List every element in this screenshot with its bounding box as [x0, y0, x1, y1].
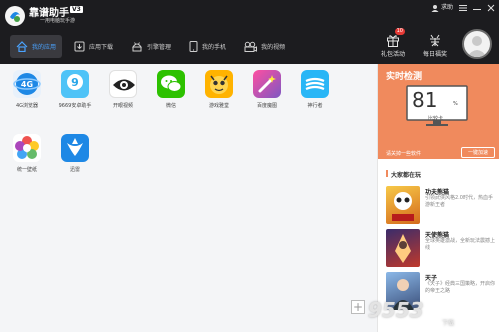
- game-item[interactable]: 天使熊猫 全球英雄激战，全新玩法震撼上线: [386, 229, 496, 271]
- svg-text:9: 9: [71, 76, 79, 89]
- game-desc: 引领武侠风格2.0时代，热血手游新王者: [425, 195, 493, 208]
- 4g-browser-icon: 4G: [13, 70, 41, 98]
- app-label: 微信: [165, 103, 176, 109]
- menu-button[interactable]: [459, 3, 467, 13]
- app-tile-9669[interactable]: 9 9669安卓助手: [55, 70, 95, 109]
- app-label: 迅雷: [69, 167, 80, 173]
- tab-engine-manage-label: 引擎管理: [147, 44, 172, 51]
- header-actions: 10 礼包活动 每日福奖: [377, 28, 451, 58]
- help-label: 求助: [440, 4, 453, 11]
- app-tile-4g-browser[interactable]: 4G 4G浏览器: [7, 70, 47, 109]
- 9669-assistant-icon: 9: [61, 70, 89, 98]
- app-label: 神行者: [307, 103, 323, 109]
- user-icon: [431, 5, 439, 12]
- daily-reward-label: 每日福奖: [422, 51, 447, 58]
- realtime-check-card: 实时检测 81 % 比较卡 请关掉一些软件 一键加速: [378, 64, 499, 159]
- app-tile-shenxingzhe[interactable]: 神行者: [295, 70, 335, 109]
- app-label: 开眼视频: [112, 103, 133, 109]
- app-tile-game-hall[interactable]: 游戏雅堂: [199, 70, 239, 109]
- app-label: 百度魔图: [256, 103, 277, 109]
- home-icon: [16, 41, 28, 52]
- tab-app-download[interactable]: 应用下载: [68, 35, 119, 58]
- video-icon: [244, 41, 258, 52]
- app-label: 4G浏览器: [15, 103, 39, 109]
- my-apps-grid: 4G 4G浏览器 9 9669安卓助手 开眼视频 微信 游戏雅堂 百度魔图 神行…: [0, 64, 377, 332]
- tab-my-apps-label: 我的应用: [32, 44, 57, 51]
- game-hall-icon: [205, 70, 233, 98]
- check-status-text: 比较卡: [428, 116, 444, 122]
- app-subtitle: 一用电脑玩手游: [40, 18, 76, 24]
- menu-icon: [459, 5, 467, 11]
- wallpaper-icon: [13, 134, 41, 162]
- tab-my-video-label: 我的视频: [261, 44, 286, 51]
- tab-my-phone-label: 我的手机: [202, 44, 227, 51]
- game-thumbnail: [386, 186, 420, 224]
- app-window: 靠谱助手 V3 一用电脑玩手游 求助 我的应用 应用下载 引擎管理 我的手机 我…: [0, 0, 499, 332]
- app-logo: 靠谱助手 V3 一用电脑玩手游: [4, 3, 90, 29]
- check-unit: %: [453, 101, 458, 107]
- check-score: 81: [412, 88, 438, 112]
- main-nav: 我的应用 应用下载 引擎管理 我的手机 我的视频: [10, 35, 291, 58]
- gift-badge: 10: [394, 28, 405, 35]
- shenxingzhe-icon: [301, 70, 329, 98]
- tab-my-phone[interactable]: 我的手机: [183, 35, 232, 58]
- app-tile-eye-video[interactable]: 开眼视频: [103, 70, 143, 109]
- game-desc: 全球英雄激战，全新玩法震撼上线: [425, 238, 496, 251]
- app-label: 游戏雅堂: [208, 103, 229, 109]
- tab-app-download-label: 应用下载: [89, 44, 114, 51]
- gift-activity-label: 礼包活动: [380, 51, 405, 58]
- wechat-icon: [157, 70, 185, 98]
- section-accent: [386, 170, 388, 177]
- app-label: 9669安卓助手: [58, 103, 92, 109]
- add-app-button[interactable]: +: [351, 300, 365, 314]
- phone-icon: [189, 41, 198, 52]
- tab-my-apps[interactable]: 我的应用: [10, 35, 63, 58]
- minimize-icon: [473, 9, 481, 10]
- eye-video-icon: [109, 70, 137, 98]
- download-icon: [74, 41, 85, 52]
- playing-title: 大家都在玩: [391, 172, 422, 179]
- window-controls: 求助: [431, 2, 495, 14]
- app-tile-xunlei[interactable]: 迅雷: [55, 134, 95, 173]
- logo-mark-icon: [5, 6, 25, 26]
- game-thumbnail: [386, 229, 420, 267]
- watermark: 9553: [368, 298, 424, 322]
- side-panel: 实时检测 81 % 比较卡 请关掉一些软件 一键加速 大家都在玩 功夫熊猫 引领…: [377, 64, 499, 332]
- game-item[interactable]: 功夫熊猫 引领武侠风格2.0时代，热血手游新王者: [386, 186, 496, 228]
- close-icon: [487, 4, 495, 12]
- close-button[interactable]: [487, 3, 495, 13]
- gift-activity-button[interactable]: 10 礼包活动: [377, 28, 409, 58]
- reward-icon: [430, 34, 440, 47]
- xunlei-icon: [61, 134, 89, 162]
- realtime-title: 实时检测: [386, 72, 423, 82]
- title-bar: 靠谱助手 V3 一用电脑玩手游 求助 我的应用 应用下载 引擎管理 我的手机 我…: [0, 0, 499, 64]
- tab-my-video[interactable]: 我的视频: [238, 35, 291, 58]
- avatar[interactable]: [462, 29, 492, 59]
- baidu-motu-icon: [253, 70, 281, 98]
- avatar-user-icon: [467, 36, 487, 57]
- app-label: 统一壁纸: [16, 167, 37, 173]
- app-tile-wechat[interactable]: 微信: [151, 70, 191, 109]
- minimize-button[interactable]: [473, 3, 481, 13]
- tab-engine-manage[interactable]: 引擎管理: [125, 35, 177, 58]
- speed-up-button[interactable]: 一键加速: [461, 147, 495, 158]
- app-tile-wallpaper[interactable]: 统一壁纸: [7, 134, 47, 173]
- gift-icon: [387, 35, 399, 47]
- help-button[interactable]: 求助: [431, 3, 453, 13]
- app-tile-baidu-motu[interactable]: 百度魔图: [247, 70, 287, 109]
- svg-text:4G: 4G: [21, 80, 33, 89]
- game-desc: 《天子》经典三国策略，开启你的帝王之路: [425, 281, 496, 294]
- watermark-sub: 下载: [442, 320, 455, 327]
- version-badge: V3: [70, 6, 83, 13]
- daily-reward-button[interactable]: 每日福奖: [419, 28, 451, 58]
- check-tip: 请关掉一些软件: [386, 151, 422, 157]
- android-icon: [132, 42, 142, 52]
